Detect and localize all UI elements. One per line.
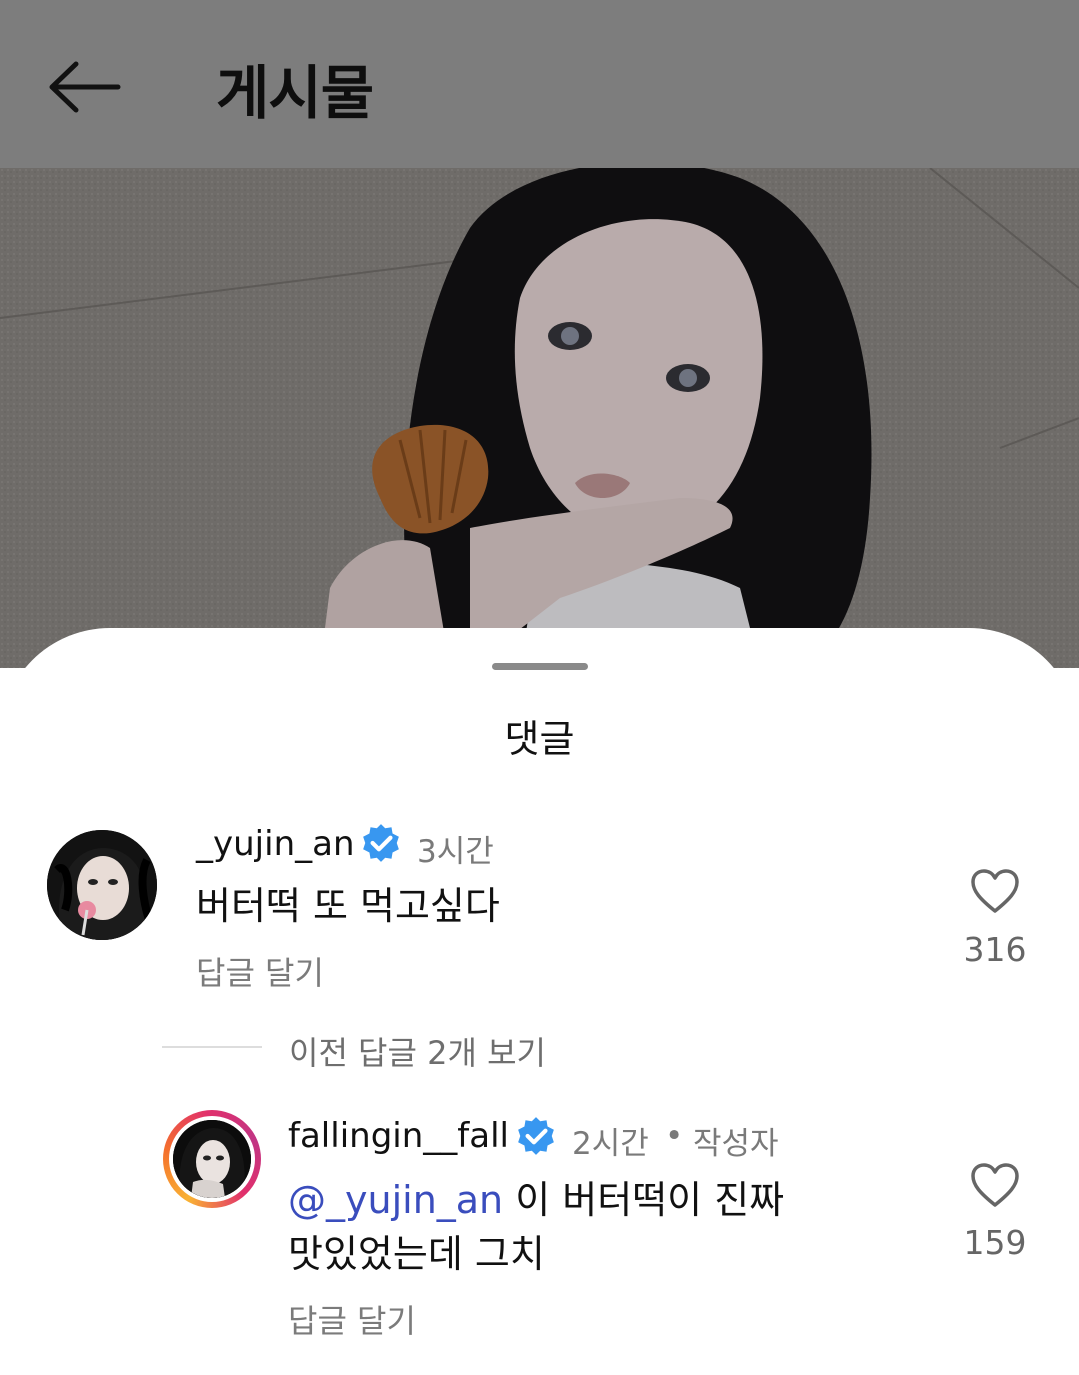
reply-button[interactable]: 답글 달기 bbox=[196, 948, 324, 994]
reply-button[interactable]: 답글 달기 bbox=[288, 1296, 416, 1342]
reply-time: 2시간 bbox=[572, 1126, 649, 1162]
avatar bbox=[169, 1116, 255, 1202]
replies-divider bbox=[162, 1046, 262, 1048]
like-count: 316 bbox=[963, 930, 1027, 969]
page-title: 게시물 bbox=[216, 59, 374, 127]
mention-link[interactable]: @_yujin_an bbox=[288, 1178, 503, 1222]
reply-text: @_yujin_an 이 버터떡이 진짜 bbox=[288, 1172, 784, 1228]
separator-dot: • bbox=[665, 1118, 684, 1154]
reply-text-line2: 맛있었는데 그치 bbox=[288, 1232, 545, 1276]
back-button[interactable] bbox=[44, 50, 124, 124]
view-previous-replies-button[interactable]: 이전 답글 2개 보기 bbox=[289, 1028, 546, 1074]
arrow-left-icon bbox=[49, 61, 121, 113]
drag-handle[interactable] bbox=[492, 663, 588, 670]
reply-username[interactable]: fallingin__fall bbox=[288, 1116, 509, 1156]
reply-text-line1: 이 버터떡이 진짜 bbox=[503, 1178, 785, 1222]
verified-icon bbox=[518, 1117, 554, 1155]
comment-text: 버터떡 또 먹고싶다 bbox=[196, 884, 500, 928]
story-ring[interactable] bbox=[163, 1110, 261, 1208]
avatar[interactable] bbox=[47, 830, 157, 940]
comment-username[interactable]: _yujin_an bbox=[196, 824, 355, 864]
sheet-title: 댓글 bbox=[504, 717, 575, 761]
heart-icon[interactable] bbox=[970, 868, 1020, 914]
heart-icon[interactable] bbox=[970, 1162, 1020, 1208]
like-count: 159 bbox=[963, 1223, 1027, 1262]
verified-icon bbox=[363, 824, 399, 862]
top-bar: 게시물 bbox=[0, 0, 1079, 168]
comment-time: 3시간 bbox=[417, 834, 494, 870]
comments-sheet: 댓글 _yujin_an 3시간 버터떡 또 먹고싶다 답글 달기 316 이전… bbox=[0, 628, 1079, 1375]
post-photo bbox=[0, 168, 1079, 668]
author-badge: 작성자 bbox=[693, 1126, 779, 1162]
